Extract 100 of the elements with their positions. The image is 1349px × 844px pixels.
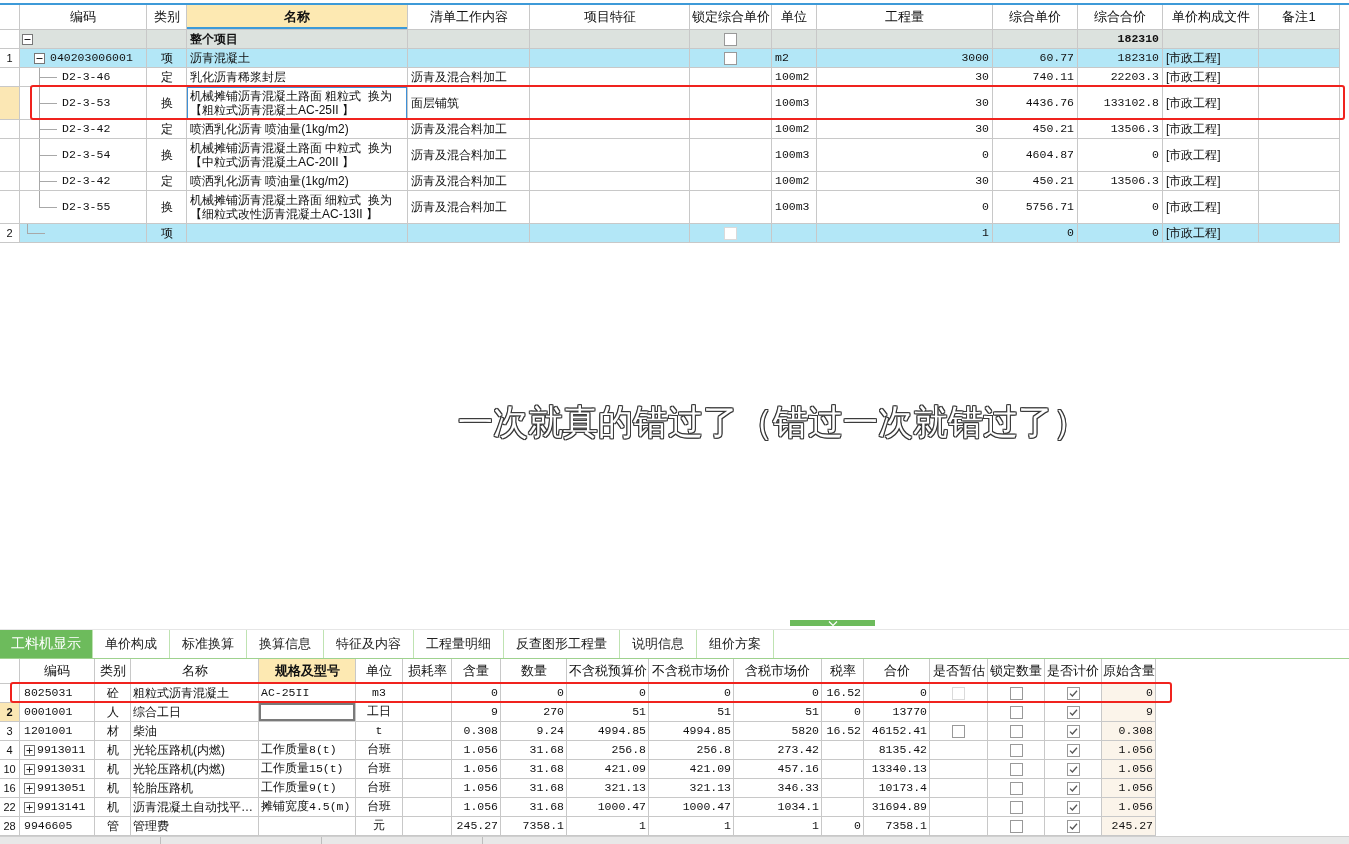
content-amount: 0.308 (463, 724, 498, 738)
column-header[interactable]: 锁定综合单价 (690, 5, 772, 29)
specification: 摊铺宽度4.5(m) (261, 800, 351, 814)
column-header[interactable]: 不含税市场价 (649, 659, 734, 683)
checkbox[interactable] (1009, 819, 1023, 833)
work-content: 沥青及混合料加工 (411, 122, 507, 136)
table-row[interactable]: D2-3-46 定 乳化沥青稀浆封层 沥青及混合料加工 100m2 30 740.11 22203.3 [市政工程] (0, 68, 1340, 87)
pricing-file: [市政工程] (1166, 200, 1221, 214)
table-row[interactable]: D2-3-55 换 机械摊铺沥青混凝土路面 细粒式 换为【细粒式改性沥青混凝土AC-13II 】 沥青及混合料加工 100m3 0 5756.71 0 [市政工程] (0, 191, 1340, 224)
checkbox[interactable] (1066, 724, 1080, 738)
item-code: D2-3-54 (62, 148, 111, 162)
budget-price: 1000.47 (597, 800, 646, 814)
table-row[interactable]: 16 9913051 机 轮胎压路机 工作质量9(t) 台班 1.056 31.68 321.13 321.13 346.33 10173.4 1.056 (0, 779, 1156, 798)
content-amount: 1.056 (463, 781, 498, 795)
checkbox[interactable] (1066, 819, 1080, 833)
checkbox[interactable] (1009, 781, 1023, 795)
checkbox[interactable] (1066, 762, 1080, 776)
table-row[interactable]: 3 1201001 材 柴油 t 0.308 9.24 4994.85 4994.85 5820 16.52 46152.41 0.308 (0, 722, 1156, 741)
table-row[interactable]: 1 040203006001 项 沥青混凝土 m2 3000 60.77 182310 [市政工程] (0, 49, 1340, 68)
original-amount: 1.056 (1102, 779, 1156, 797)
quantity: 30 (975, 70, 989, 84)
table-row[interactable]: 整个项目 182310 (0, 30, 1340, 49)
checkbox[interactable] (1009, 724, 1023, 738)
table-row[interactable]: D2-3-42 定 喷洒乳化沥青 喷油量(1kg/m2) 沥青及混合料加工 100m2 30 450.21 13506.3 [市政工程] (0, 120, 1340, 139)
tax-rate: 0 (854, 705, 861, 719)
expand-icon[interactable] (24, 744, 35, 756)
resource-code: 9913051 (37, 781, 86, 795)
splitter-handle[interactable] (790, 620, 875, 626)
checkbox[interactable] (1009, 762, 1023, 776)
unit: 台班 (367, 781, 391, 795)
table-row[interactable]: 2 项 1 0 0 [市政工程] (0, 224, 1340, 243)
table-row[interactable]: 4 9913011 机 光轮压路机(内燃) 工作质量8(t) 台班 1.056 31.68 256.8 256.8 273.42 8135.42 1.056 (0, 741, 1156, 760)
collapse-icon[interactable] (34, 52, 45, 64)
item-code: 040203006001 (50, 51, 133, 65)
expand-icon[interactable] (24, 801, 35, 813)
quantity: 7358.1 (522, 819, 564, 833)
resource-type: 砼 (106, 686, 119, 700)
column-header[interactable]: 是否暂估 (930, 659, 988, 683)
quantity: 31.68 (529, 800, 564, 814)
table-row[interactable]: 22 9913141 机 沥青混凝土自动找平… 摊铺宽度4.5(m) 台班 1.056 31.68 1000.47 1000.47 1034.1 31694.89 1.056 (0, 798, 1156, 817)
expand-icon[interactable] (24, 782, 35, 794)
resource-type: 机 (106, 743, 119, 757)
budget-price: 256.8 (611, 743, 646, 757)
table-row[interactable]: D2-3-42 定 喷洒乳化沥青 喷油量(1kg/m2) 沥青及混合料加工 100m2 30 450.21 13506.3 [市政工程] (0, 172, 1340, 191)
checkbox[interactable] (1009, 800, 1023, 814)
table-row[interactable]: 2 0001001 人 综合工日 工日 9 270 51 51 51 0 13770 9 (0, 703, 1156, 722)
total-price: 0 (1152, 200, 1159, 214)
quantity: 30 (975, 122, 989, 136)
checkbox[interactable] (1009, 686, 1023, 700)
item-type: 项 (160, 51, 173, 65)
total-price: 7358.1 (885, 819, 927, 833)
pricing-file: [市政工程] (1166, 51, 1221, 65)
quantity: 9.24 (536, 724, 564, 738)
checkbox[interactable] (1066, 781, 1080, 795)
checkbox[interactable] (1066, 705, 1080, 719)
column-header[interactable]: 规格及型号 (259, 659, 356, 683)
selected-cell[interactable] (259, 703, 356, 721)
budget-price: 421.09 (604, 762, 646, 776)
quantity: 1 (982, 226, 989, 240)
item-name: 机械摊铺沥青混凝土路面 中粒式 换为【中粒式沥青混凝土AC-20II 】 (190, 141, 393, 169)
selected-cell[interactable]: 机械摊铺沥青混凝土路面 粗粒式 换为【粗粒式沥青混凝土AC-25II 】 (187, 87, 408, 119)
table-row[interactable]: 28 9946605 管 管理费 元 245.27 7358.1 1 1 1 0 7358.1 245.27 (0, 817, 1156, 836)
total-price: 8135.42 (878, 743, 927, 757)
total-price: 0 (1152, 148, 1159, 162)
row-header[interactable]: 2 (0, 703, 20, 721)
resource-type: 机 (106, 781, 119, 795)
collapse-icon[interactable] (22, 33, 33, 45)
column-header[interactable]: 锁定数量 (988, 659, 1045, 683)
resource-name: 沥青混凝土自动找平… (133, 800, 253, 814)
unit-price: 60.77 (1039, 51, 1074, 65)
column-header[interactable]: 原始含量 (1102, 659, 1156, 683)
expand-icon[interactable] (24, 763, 35, 775)
column-header[interactable]: 不含税预算价 (567, 659, 649, 683)
unit-price: 450.21 (1032, 122, 1074, 136)
checkbox[interactable] (1066, 743, 1080, 757)
table-row[interactable]: 10 9913031 机 光轮压路机(内燃) 工作质量15(t) 台班 1.056 31.68 421.09 421.09 457.16 13340.13 1.056 (0, 760, 1156, 779)
total-price: 13770 (892, 705, 927, 719)
market-price: 256.8 (696, 743, 731, 757)
checkbox[interactable] (1009, 705, 1023, 719)
row-header[interactable]: 1 (0, 49, 20, 67)
total-price: 182310 (1117, 51, 1159, 65)
table-row[interactable]: D2-3-54 换 机械摊铺沥青混凝土路面 中粒式 换为【中粒式沥青混凝土AC-20II 】 沥青及混合料加工 100m3 0 4604.87 0 [市政工程] (0, 139, 1340, 172)
checkbox[interactable] (724, 32, 737, 46)
resource-type: 人 (106, 705, 119, 719)
checkbox[interactable] (1009, 743, 1023, 757)
tax-rate: 16.52 (826, 724, 861, 738)
unit-price: 0 (1067, 226, 1074, 240)
checkbox[interactable] (952, 724, 965, 738)
resource-name: 综合工日 (133, 705, 181, 719)
content-amount: 1.056 (463, 800, 498, 814)
content-amount: 0 (491, 686, 498, 700)
checkbox[interactable] (724, 51, 737, 65)
row-header[interactable]: 2 (0, 224, 20, 242)
checkbox[interactable] (1066, 686, 1080, 700)
column-header[interactable]: 是否计价 (1045, 659, 1102, 683)
column-header[interactable]: 名称 (187, 5, 408, 29)
quantity: 270 (543, 705, 564, 719)
checkbox[interactable] (1066, 800, 1080, 814)
budget-price: 0 (639, 686, 646, 700)
total-price: 133102.8 (1103, 96, 1159, 110)
